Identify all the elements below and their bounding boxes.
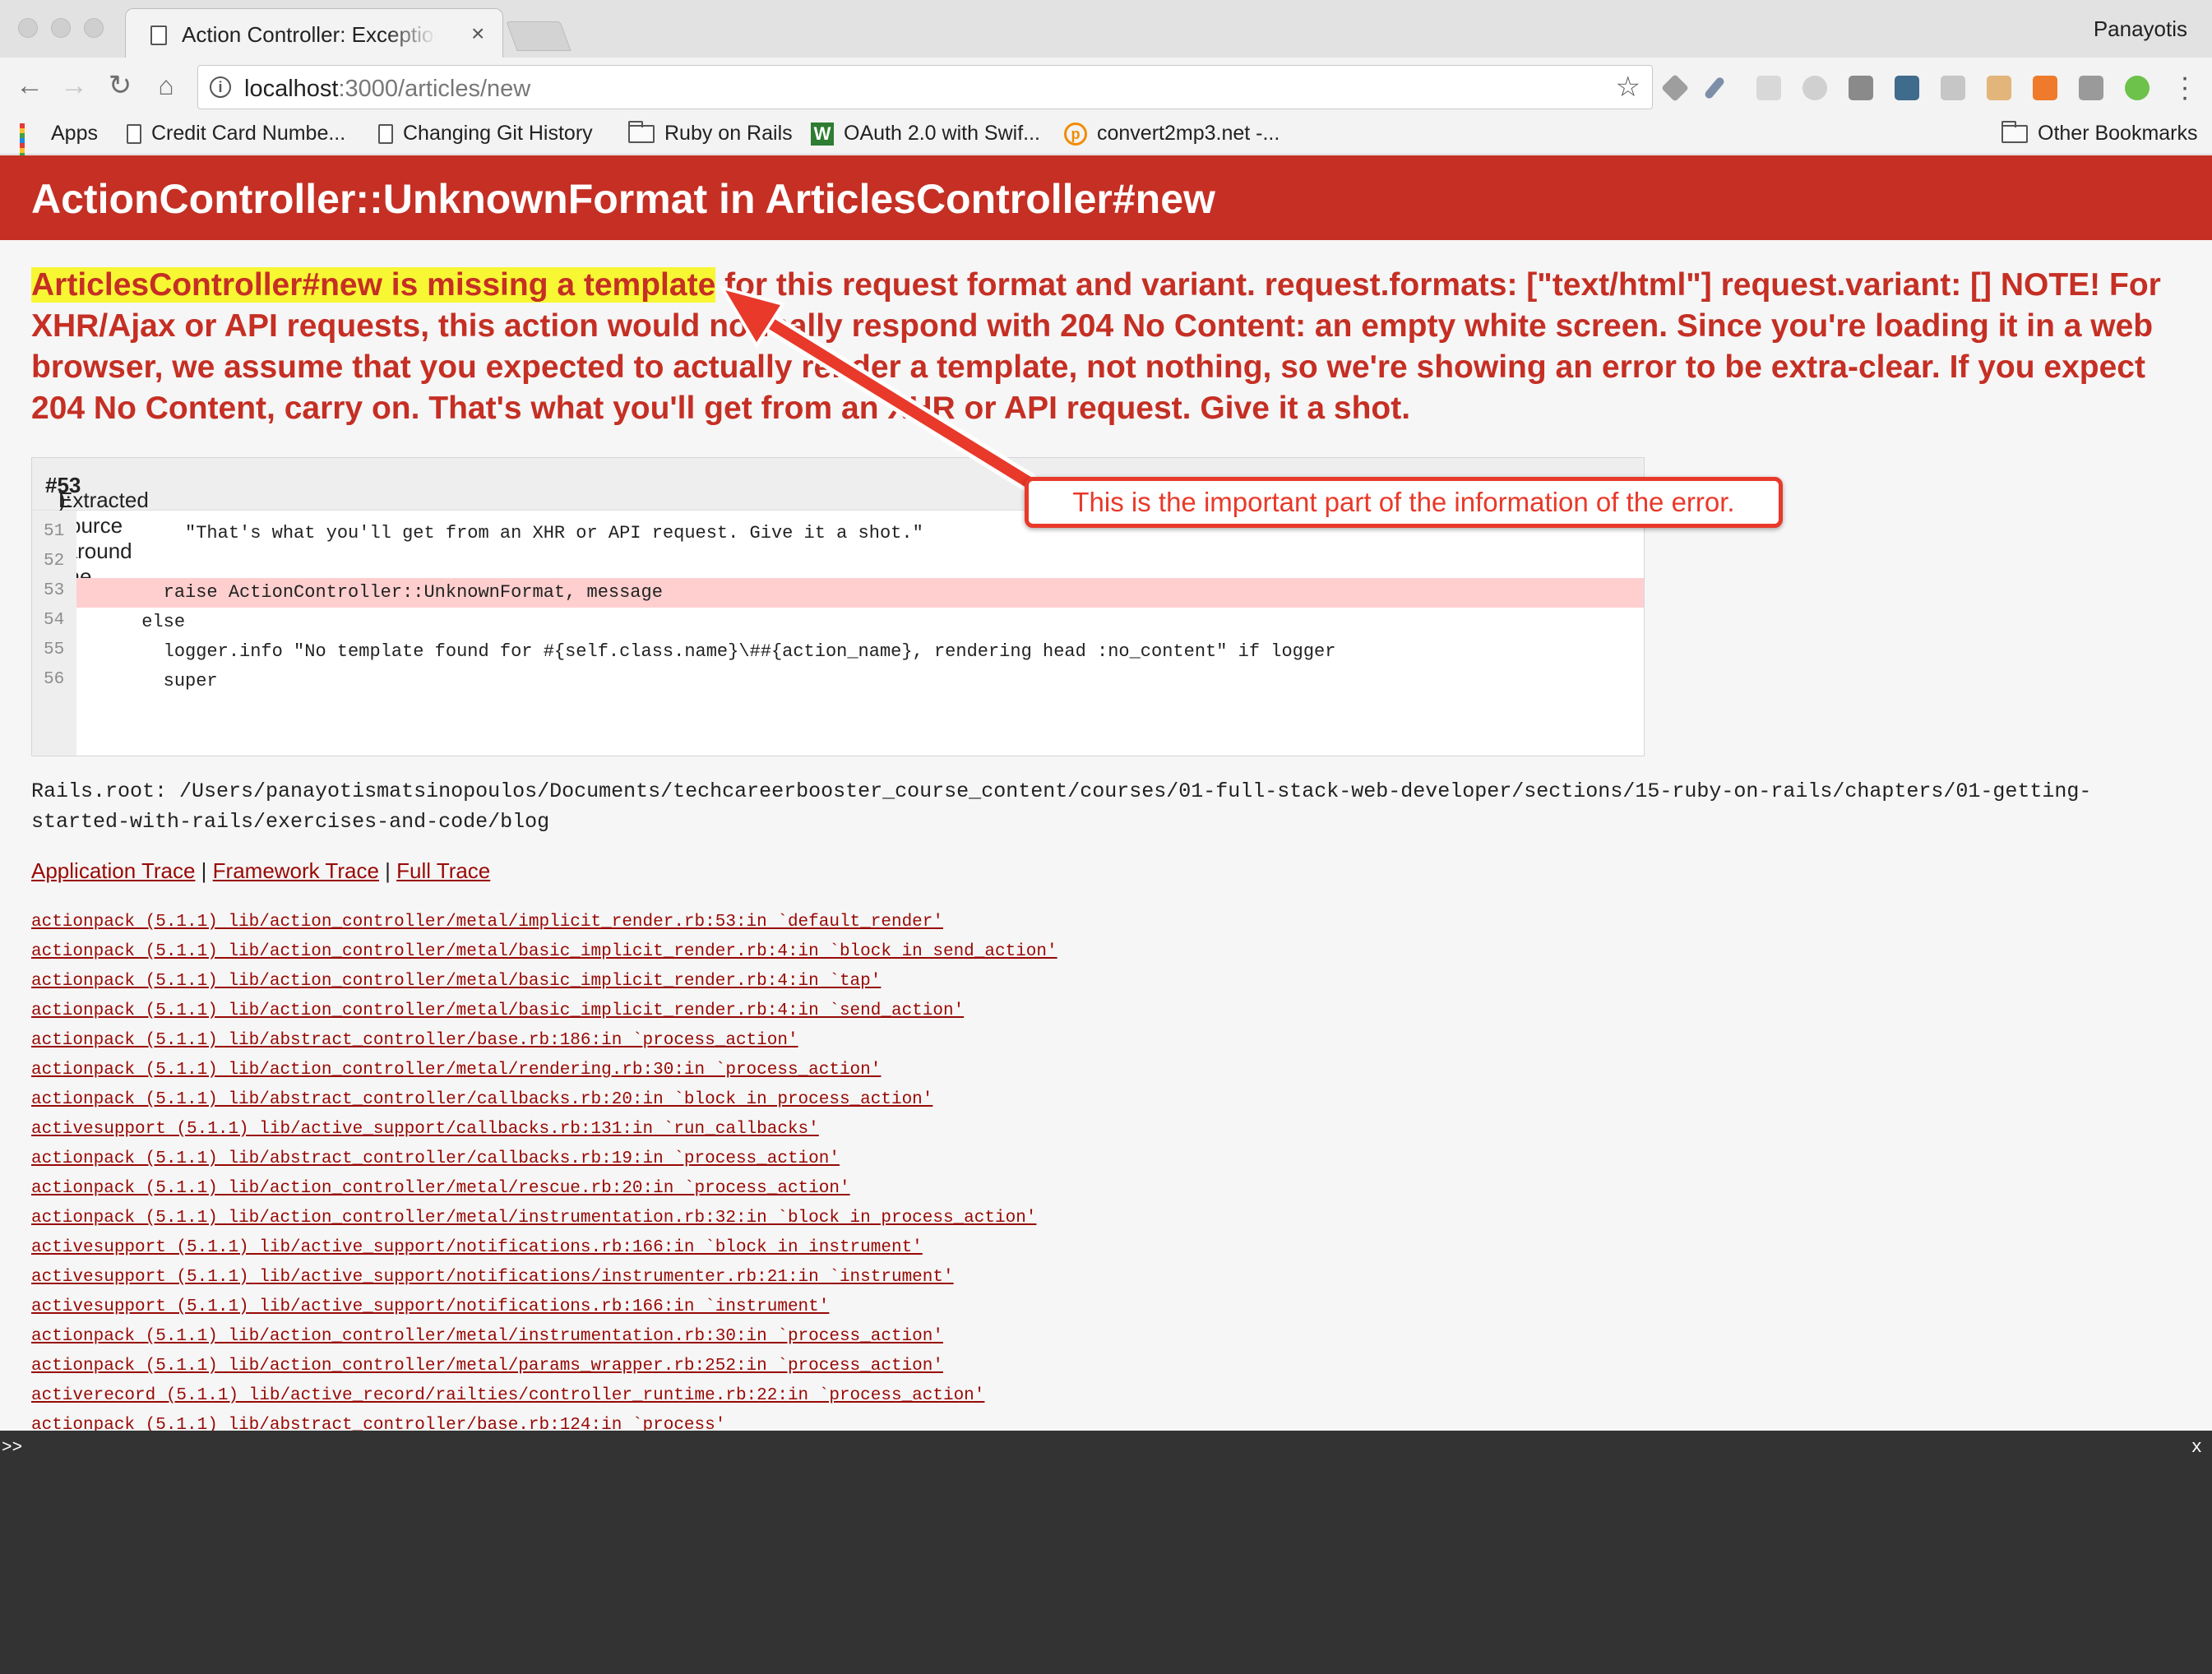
full-trace-link[interactable]: Full Trace	[396, 858, 490, 883]
bookmark-convert2mp3[interactable]: p convert2mp3.net -...	[1064, 122, 1280, 146]
trace-item[interactable]: actionpack (5.1.1) lib/action_controller…	[31, 937, 1676, 967]
code-line: else	[76, 612, 186, 632]
address-bar[interactable]: i localhost:3000/articles/new ☆	[197, 65, 1653, 109]
extension-square-icon[interactable]	[1849, 76, 1873, 100]
highlighted-message: ArticlesController#new is missing a temp…	[31, 267, 716, 303]
profile-name[interactable]: Panayotis	[2094, 16, 2187, 42]
trace-item[interactable]: activesupport (5.1.1) lib/active_support…	[31, 1263, 1676, 1292]
trace-item[interactable]: actionpack (5.1.1) lib/abstract_controll…	[31, 1145, 1676, 1174]
trace-item[interactable]: activesupport (5.1.1) lib/active_support…	[31, 1115, 1676, 1145]
trace-item[interactable]: actionpack (5.1.1) lib/action_controller…	[31, 997, 1676, 1026]
extension-robot-icon[interactable]	[1895, 76, 1919, 100]
application-trace-link[interactable]: Application Trace	[31, 858, 195, 883]
source-header-text: Extracted source (around line #53):	[45, 473, 149, 589]
trace-links: Application Trace | Framework Trace | Fu…	[31, 858, 490, 884]
home-icon[interactable]: ⌂	[150, 69, 183, 102]
code-line: logger.info "No template found for #{sel…	[76, 641, 1336, 662]
browser-menu-icon[interactable]: · · ·	[2179, 63, 2191, 111]
bookmark-label: Apps	[51, 122, 98, 145]
rails-root: Rails.root: /Users/panayotismatsinopoulo…	[31, 779, 2092, 834]
code-line-highlighted: raise ActionController::UnknownFormat, m…	[76, 578, 1644, 608]
trace-item[interactable]: actionpack (5.1.1) lib/action_controller…	[31, 908, 1676, 937]
trace-item[interactable]: actionpack (5.1.1) lib/action_controller…	[31, 1174, 1676, 1204]
reload-icon[interactable]: ↻	[104, 69, 137, 102]
document-icon	[150, 25, 167, 45]
bookmark-label: Credit Card Numbe...	[151, 122, 346, 145]
trace-item[interactable]: activesupport (5.1.1) lib/active_support…	[31, 1292, 1676, 1322]
trace-item[interactable]: actionpack (5.1.1) lib/abstract_controll…	[31, 1085, 1676, 1115]
folder-icon	[2001, 120, 2028, 143]
extension-bulb-icon[interactable]	[2079, 76, 2103, 100]
url-text[interactable]: localhost:3000/articles/new	[244, 76, 530, 103]
convert2mp3-icon: p	[1064, 122, 1087, 146]
annotation-callout: This is the important part of the inform…	[1025, 477, 1783, 528]
bookmark-label: Ruby on Rails	[664, 122, 793, 145]
line-number: 51	[44, 522, 65, 541]
tab-action-controller[interactable]: Action Controller: Exception caught ×	[125, 8, 503, 59]
extension-tree-icon[interactable]	[1756, 76, 1781, 100]
info-icon[interactable]: i	[210, 76, 231, 98]
extension-layers-icon[interactable]	[1661, 74, 1689, 102]
line-number: 55	[44, 640, 65, 659]
line-number: 52	[44, 552, 65, 571]
extension-eyedropper-icon[interactable]	[1703, 76, 1726, 100]
trace-item[interactable]: actionpack (5.1.1) lib/action_controller…	[31, 1352, 1676, 1381]
bookmarks-bar: Apps Credit Card Numbe... Changing Git H…	[0, 117, 2212, 168]
bookmark-git-history[interactable]: Changing Git History	[378, 122, 593, 146]
trace-item[interactable]: activerecord (5.1.1) lib/active_record/r…	[31, 1381, 1676, 1411]
trace-list: actionpack (5.1.1) lib/action_controller…	[31, 908, 1676, 1440]
console-prompt[interactable]: >>	[2, 1439, 22, 1458]
extension-plus-icon[interactable]	[2125, 76, 2150, 100]
window-zoom-button[interactable]	[84, 18, 104, 38]
document-icon	[378, 123, 393, 144]
error-header: ActionController::UnknownFormat in Artic…	[0, 155, 2212, 240]
framework-trace-link[interactable]: Framework Trace	[213, 858, 379, 883]
extension-orange-icon[interactable]	[2033, 76, 2057, 100]
bookmark-apps[interactable]: Apps	[20, 122, 98, 168]
trace-item[interactable]: actionpack (5.1.1) lib/abstract_controll…	[31, 1026, 1676, 1056]
bookmark-ruby-on-rails[interactable]: Ruby on Rails	[628, 120, 793, 146]
apps-grid-icon	[20, 123, 41, 168]
trace-item[interactable]: actionpack (5.1.1) lib/action_controller…	[31, 967, 1676, 997]
window-close-button[interactable]	[18, 18, 38, 38]
bookmark-oauth[interactable]: W OAuth 2.0 with Swif...	[811, 122, 1040, 146]
line-number: 54	[44, 611, 65, 630]
back-arrow-icon[interactable]: ←	[13, 69, 46, 102]
line-number-gutter: 51 52 53 54 55 56	[32, 511, 76, 756]
forward-arrow-icon[interactable]: →	[58, 69, 90, 102]
bookmark-other[interactable]: Other Bookmarks	[2001, 120, 2198, 146]
bookmark-label: Other Bookmarks	[2038, 122, 2198, 145]
extension-bookmark-icon[interactable]	[1987, 76, 2011, 100]
document-icon	[127, 123, 141, 144]
bookmark-label: OAuth 2.0 with Swif...	[844, 122, 1040, 145]
extension-circle-icon[interactable]	[1802, 76, 1827, 100]
tab-close-icon[interactable]: ×	[471, 21, 484, 47]
error-title: ActionController::UnknownFormat in Artic…	[31, 176, 1215, 222]
bookmark-credit-card[interactable]: Credit Card Numbe...	[127, 122, 345, 146]
trace-item[interactable]: activesupport (5.1.1) lib/active_support…	[31, 1233, 1676, 1263]
separator: |	[195, 858, 213, 883]
separator: |	[378, 858, 397, 883]
bookmark-label: convert2mp3.net -...	[1097, 122, 1280, 145]
browser-tabstrip: Action Controller: Exception caught × Pa…	[0, 0, 2212, 59]
new-tab-button[interactable]	[506, 21, 572, 51]
bookmark-label: Changing Git History	[403, 122, 593, 145]
browser-toolbar: ← → ↻ ⌂ i localhost:3000/articles/new ☆ …	[0, 58, 2212, 117]
trace-item[interactable]: actionpack (5.1.1) lib/action_controller…	[31, 1056, 1676, 1085]
w-logo-icon: W	[811, 122, 834, 146]
line-number: 56	[44, 670, 65, 689]
console-close-icon[interactable]: x	[2191, 1437, 2202, 1458]
error-message: ArticlesController#new is missing a temp…	[31, 265, 2186, 429]
trace-item[interactable]: actionpack (5.1.1) lib/action_controller…	[31, 1204, 1676, 1233]
tab-title: Action Controller: Exception caught	[182, 22, 437, 47]
extension-c-icon[interactable]	[1941, 76, 1965, 100]
window-minimize-button[interactable]	[51, 18, 71, 38]
folder-icon	[628, 120, 655, 143]
code-line: super	[76, 671, 218, 691]
line-number: 53	[44, 581, 65, 600]
trace-item[interactable]: actionpack (5.1.1) lib/action_controller…	[31, 1322, 1676, 1352]
bookmark-star-icon[interactable]: ☆	[1616, 71, 1640, 104]
web-console[interactable]: >> x	[0, 1431, 2212, 1674]
